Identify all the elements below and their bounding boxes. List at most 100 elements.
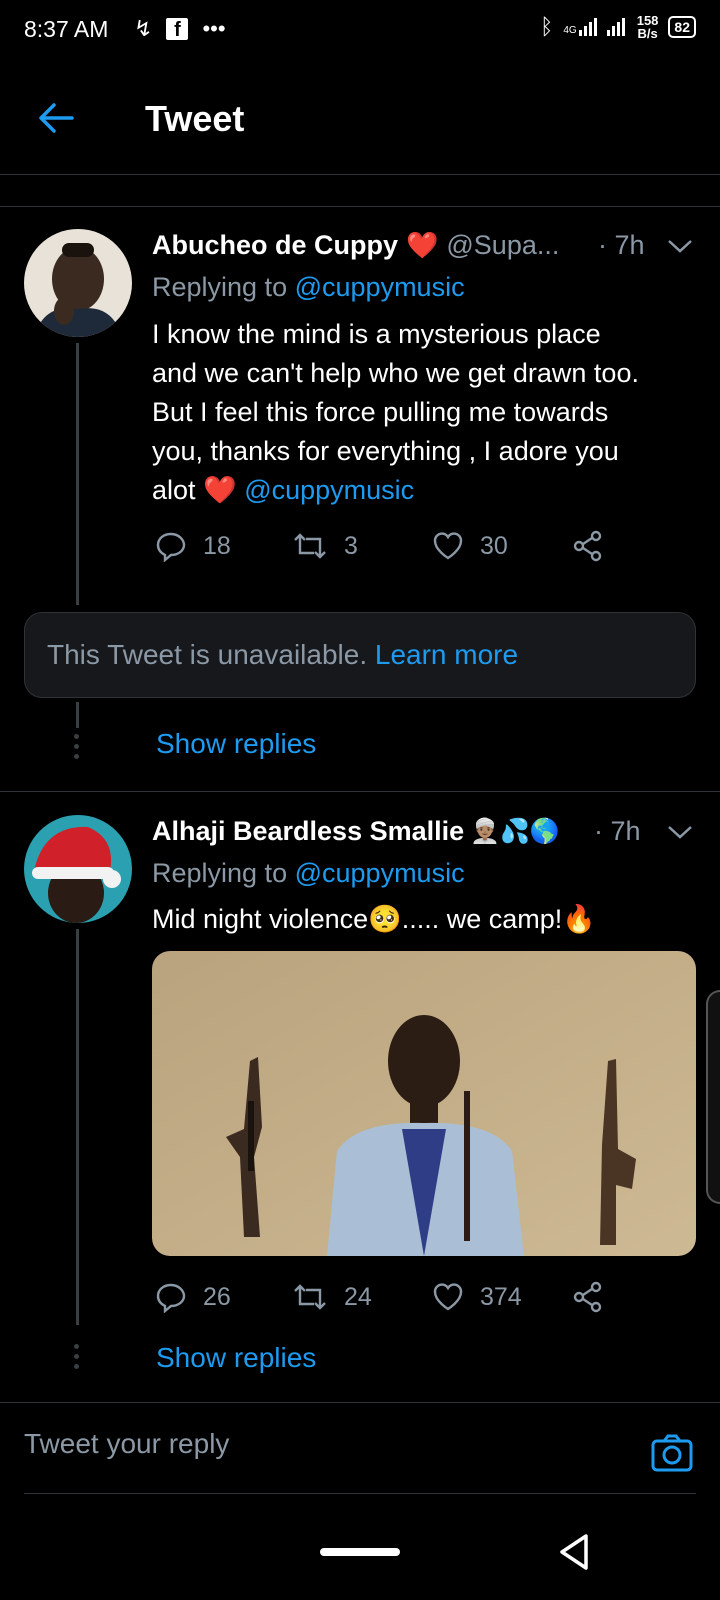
tweet-body-line: and we can't help who we get drawn too. — [152, 358, 639, 388]
author-name[interactable]: Alhaji Beardless Smallie — [152, 816, 464, 847]
tweet-body-tail: ..... we camp! — [401, 904, 563, 934]
reply-icon — [156, 1283, 186, 1313]
tweet-body-line: alot ❤️ @cuppymusic — [152, 471, 712, 510]
author-emoji: ❤️ — [406, 230, 439, 260]
status-bar: 8:37 AM ↯ f ••• ᛒ 4G 158 B/s 82 — [0, 0, 720, 64]
tweet-body-line: But I feel this force pulling me towards — [152, 397, 609, 427]
share-icon — [573, 1281, 602, 1313]
retweet-count: 24 — [344, 1282, 372, 1311]
back-arrow-icon — [39, 103, 74, 133]
like-count: 30 — [480, 531, 508, 560]
page-title: Tweet — [145, 98, 245, 139]
tweet-header: Alhaji Beardless Smallie 👳🏽‍♂️💦🌎 — [152, 816, 560, 847]
replying-prefix: Replying to — [152, 858, 288, 888]
avatar[interactable] — [24, 815, 132, 923]
previous-tweet-actions-cutoff — [0, 174, 720, 207]
author-name[interactable]: Abucheo de Cuppy — [152, 230, 398, 261]
replying-to: Replying to @cuppymusic — [152, 272, 465, 303]
unavailable-tweet-notice: This Tweet is unavailable. Learn more — [24, 612, 696, 698]
retweet-icon — [294, 1284, 326, 1310]
retweet-count: 3 — [344, 531, 358, 560]
tweet-actions: 26 24 374 — [155, 1281, 604, 1313]
thread-dots-icon — [74, 734, 81, 759]
replying-handle-link[interactable]: @cuppymusic — [295, 858, 465, 888]
share-button[interactable] — [572, 1281, 604, 1313]
camera-button[interactable] — [650, 1433, 694, 1478]
tweet-media-image[interactable] — [152, 951, 696, 1256]
tweet-body: I know the mind is a mysterious place an… — [152, 315, 712, 510]
status-time: 8:37 AM — [24, 16, 109, 42]
tweet-body-word: alot — [152, 475, 196, 505]
author-handle[interactable]: @Supa... — [446, 230, 559, 261]
reply-icon — [156, 532, 186, 562]
back-button[interactable] — [36, 98, 76, 143]
show-replies-link[interactable]: Show replies — [156, 728, 316, 760]
app-header — [0, 64, 720, 175]
mention-link[interactable]: @cuppymusic — [244, 475, 414, 505]
camera-icon — [651, 1434, 693, 1472]
home-gesture-bar[interactable] — [320, 1548, 400, 1556]
tweet-time: · 7h — [598, 230, 645, 260]
retweet-button[interactable]: 24 — [292, 1282, 432, 1312]
battery-icon: 82 — [668, 16, 696, 38]
learn-more-link[interactable]: Learn more — [375, 639, 518, 671]
tweet-body-line: you, thanks for everything , I adore you — [152, 436, 619, 466]
system-icons: ᛒ 4G 158 B/s 82 — [540, 14, 696, 40]
tweet-body-text: Mid night violence — [152, 904, 369, 934]
tweet-time: · 7h — [594, 816, 641, 846]
reply-button[interactable]: 18 — [155, 530, 292, 562]
reply-button[interactable]: 26 — [155, 1281, 292, 1313]
network-label: 4G — [563, 25, 577, 36]
tweet-body: Mid night violence🥺..... we camp!🔥 — [152, 900, 596, 939]
reply-input[interactable]: Tweet your reply — [24, 1428, 229, 1460]
heart-icon — [433, 532, 463, 560]
system-back-button[interactable] — [556, 1532, 592, 1577]
divider — [0, 1402, 720, 1403]
facebook-icon: f — [166, 18, 189, 41]
signal-4g-icon: 4G — [563, 18, 597, 36]
net-speed-unit: B/s — [637, 26, 658, 41]
share-button[interactable] — [572, 530, 604, 562]
tweet-menu-button[interactable] — [666, 822, 694, 847]
net-speed: 158 B/s — [637, 14, 659, 40]
divider — [0, 791, 720, 792]
thread-line — [76, 702, 79, 728]
tweet-menu-button[interactable] — [666, 236, 694, 261]
replying-to: Replying to @cuppymusic — [152, 858, 465, 889]
retweet-icon — [294, 533, 326, 559]
like-button[interactable]: 374 — [432, 1282, 572, 1312]
fire-emoji: 🔥 — [562, 904, 596, 934]
chevron-down-icon — [668, 826, 692, 839]
thread-line — [76, 343, 79, 605]
heart-emoji: ❤️ — [203, 475, 237, 505]
heart-icon — [433, 1283, 463, 1311]
missed-call-icon: ↯ — [134, 16, 153, 41]
notification-icons: ↯ f ••• — [134, 16, 226, 42]
signal-bars-2-icon — [606, 18, 625, 36]
replying-prefix: Replying to — [152, 272, 288, 302]
thread-dots-icon — [74, 1344, 81, 1369]
reply-underline — [24, 1493, 696, 1494]
thread-line — [76, 929, 79, 1325]
reply-count: 26 — [203, 1282, 231, 1311]
share-icon — [573, 530, 602, 562]
more-notifications-icon: ••• — [202, 16, 226, 41]
triangle-back-icon — [560, 1534, 588, 1570]
replying-handle-link[interactable]: @cuppymusic — [295, 272, 465, 302]
tweet-actions: 18 3 30 — [155, 530, 604, 562]
tweet-header: Abucheo de Cuppy ❤️ @Supa... — [152, 230, 559, 261]
reply-count: 18 — [203, 531, 231, 560]
scroll-handle[interactable] — [706, 990, 720, 1204]
tweet-body-line: I know the mind is a mysterious place — [152, 319, 601, 349]
author-emoji: 👳🏽‍♂️💦🌎 — [470, 818, 560, 845]
show-replies-link[interactable]: Show replies — [156, 1342, 316, 1374]
like-button[interactable]: 30 — [432, 531, 572, 561]
pleading-emoji: 🥺 — [368, 904, 402, 934]
avatar[interactable] — [24, 229, 132, 337]
like-count: 374 — [480, 1282, 522, 1311]
chevron-down-icon — [668, 240, 692, 253]
signal-bars-icon — [578, 18, 597, 36]
unavailable-text: This Tweet is unavailable. — [47, 639, 368, 670]
bluetooth-icon: ᛒ — [540, 14, 554, 39]
retweet-button[interactable]: 3 — [292, 531, 432, 561]
